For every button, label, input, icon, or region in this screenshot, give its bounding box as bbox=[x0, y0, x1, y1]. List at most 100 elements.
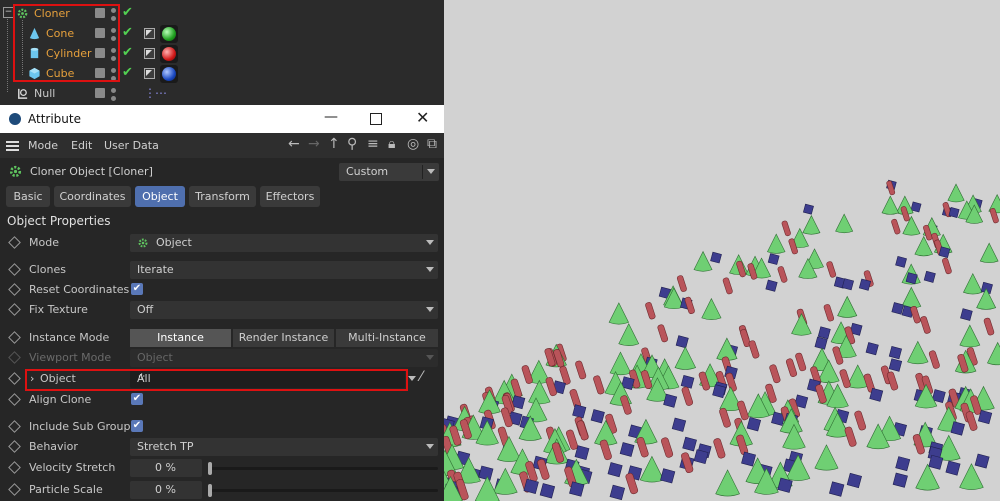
filter-icon[interactable]: ≡ bbox=[367, 136, 379, 152]
enabled-check-icon[interactable]: ✔ bbox=[122, 25, 133, 40]
menu-edit[interactable]: Edit bbox=[71, 139, 92, 152]
clone-cube bbox=[928, 454, 944, 470]
om-row-null[interactable]: Null ⋮⋯ bbox=[0, 84, 444, 104]
attribute-menubar: Mode Edit User Data ← → ↑ ⚲ ≡ 🔒︎ ◎ ⧉ bbox=[0, 133, 444, 158]
prop-label: Clones bbox=[29, 263, 66, 276]
clone-cube bbox=[923, 270, 936, 283]
enabled-check-icon[interactable]: ✔ bbox=[122, 65, 133, 80]
maximize-icon[interactable] bbox=[370, 113, 382, 125]
tab-transform[interactable]: Transform bbox=[189, 186, 256, 207]
target-icon[interactable]: ◎ bbox=[407, 136, 419, 152]
slider-knob[interactable] bbox=[208, 462, 212, 475]
keyframe-diamond-icon[interactable] bbox=[8, 420, 21, 433]
clone-cylinder bbox=[920, 316, 931, 334]
clone-cube bbox=[814, 336, 828, 350]
eyedropper-icon[interactable]: ⁄ bbox=[420, 369, 422, 385]
enabled-check-icon[interactable]: ✔ bbox=[122, 45, 133, 60]
keyframe-diamond-icon[interactable] bbox=[8, 461, 21, 474]
particle-scale-slider[interactable] bbox=[208, 484, 438, 497]
keyframe-diamond-icon[interactable] bbox=[8, 393, 21, 406]
dropdown-value: Stretch TP bbox=[137, 440, 194, 453]
new-window-icon[interactable]: ⧉ bbox=[427, 136, 437, 152]
chevron-down-icon bbox=[427, 169, 435, 174]
tab-basic[interactable]: Basic bbox=[6, 186, 50, 207]
prop-label: Behavior bbox=[29, 440, 78, 453]
keyframe-diamond-icon[interactable] bbox=[8, 372, 21, 385]
clone-cube bbox=[858, 278, 872, 291]
align-clone-checkbox[interactable]: ✔ bbox=[131, 393, 143, 405]
clone-cube bbox=[892, 472, 908, 488]
lock-icon[interactable]: 🔒︎ bbox=[388, 136, 395, 152]
tab-effectors[interactable]: Effectors bbox=[260, 186, 320, 207]
keyframe-diamond-icon[interactable] bbox=[8, 331, 21, 344]
material-tag-green[interactable] bbox=[160, 25, 178, 43]
search-icon[interactable]: ⚲ bbox=[347, 136, 357, 152]
chevron-down-icon bbox=[426, 355, 434, 360]
object-highlight-box bbox=[25, 369, 408, 391]
viewport-mode-dropdown: Object bbox=[130, 349, 438, 367]
behavior-dropdown[interactable]: Stretch TP bbox=[130, 438, 438, 456]
close-icon[interactable]: ✕ bbox=[416, 108, 429, 127]
3d-viewport[interactable] bbox=[444, 0, 1000, 501]
editor-visibility-toggle[interactable] bbox=[95, 88, 105, 98]
clone-cylinder bbox=[785, 358, 798, 377]
keyframe-diamond-icon[interactable] bbox=[8, 263, 21, 276]
tab-object[interactable]: Object bbox=[135, 186, 185, 207]
keyframe-diamond-icon[interactable] bbox=[8, 440, 21, 453]
enabled-check-icon[interactable]: ✔ bbox=[122, 5, 133, 20]
texture-tag-flag-icon[interactable] bbox=[144, 28, 155, 39]
clone-cylinder bbox=[681, 386, 694, 406]
tab-coordinates[interactable]: Coordinates bbox=[54, 186, 131, 207]
material-tag-blue[interactable] bbox=[160, 65, 178, 83]
material-tag-red[interactable] bbox=[160, 45, 178, 63]
forward-arrow-icon[interactable]: → bbox=[308, 136, 320, 152]
clone-cube bbox=[478, 465, 494, 481]
attribute-mode-dropdown[interactable]: Custom bbox=[339, 163, 439, 181]
clone-cube bbox=[609, 484, 626, 501]
menu-user-data[interactable]: User Data bbox=[104, 139, 159, 152]
visibility-dot[interactable] bbox=[111, 88, 116, 93]
numeric-value: 0 % bbox=[155, 461, 176, 474]
link-dropdown-arrow-icon[interactable] bbox=[408, 376, 416, 381]
instance-mode-instance[interactable]: Instance bbox=[130, 329, 231, 347]
clone-cube bbox=[945, 460, 961, 476]
clone-cube bbox=[974, 453, 990, 469]
back-arrow-icon[interactable]: ← bbox=[288, 136, 300, 152]
layer-dots-icon[interactable]: ⋮⋯ bbox=[144, 86, 167, 100]
mode-dropdown[interactable]: Object bbox=[130, 234, 438, 252]
keyframe-diamond-icon[interactable] bbox=[8, 236, 21, 249]
object-title: Cloner Object [Cloner] bbox=[30, 165, 153, 178]
visibility-dot[interactable] bbox=[111, 96, 116, 101]
up-arrow-icon[interactable]: ↑ bbox=[328, 136, 340, 152]
hamburger-menu-icon[interactable] bbox=[6, 141, 19, 151]
fix-texture-dropdown[interactable]: Off bbox=[130, 301, 438, 319]
clone-cylinder bbox=[795, 352, 807, 372]
keyframe-diamond-icon[interactable] bbox=[8, 483, 21, 496]
reset-coordinates-checkbox[interactable]: ✔ bbox=[131, 283, 143, 295]
attribute-titlebar: Attribute — ✕ bbox=[0, 105, 444, 133]
texture-tag-flag-icon[interactable] bbox=[144, 48, 155, 59]
keyframe-diamond-icon[interactable] bbox=[8, 283, 21, 296]
texture-tag-flag-icon[interactable] bbox=[144, 68, 155, 79]
prop-mode: Mode Object bbox=[0, 233, 444, 253]
velocity-stretch-slider[interactable] bbox=[208, 462, 438, 475]
menu-mode[interactable]: Mode bbox=[28, 139, 58, 152]
minimize-icon[interactable]: — bbox=[324, 109, 338, 125]
clone-cylinder bbox=[713, 438, 726, 459]
particle-scale-input[interactable]: 0 % bbox=[130, 481, 202, 499]
keyframe-diamond-icon[interactable] bbox=[8, 303, 21, 316]
clone-cone bbox=[947, 183, 965, 203]
include-sub-groups-checkbox[interactable]: ✔ bbox=[131, 420, 143, 432]
slider-knob[interactable] bbox=[208, 484, 212, 497]
instance-mode-multi-instance[interactable]: Multi-Instance bbox=[336, 329, 438, 347]
clone-cylinder bbox=[777, 266, 788, 283]
clones-dropdown[interactable]: Iterate bbox=[130, 261, 438, 279]
clone-cone bbox=[802, 214, 821, 235]
velocity-stretch-input[interactable]: 0 % bbox=[130, 459, 202, 477]
cloner-icon bbox=[9, 165, 22, 178]
clone-cone bbox=[701, 297, 722, 321]
clone-cube bbox=[905, 272, 918, 285]
clone-cone bbox=[907, 340, 929, 365]
instance-mode-render-instance[interactable]: Render Instance bbox=[233, 329, 334, 347]
viewport-scene bbox=[444, 179, 1000, 501]
